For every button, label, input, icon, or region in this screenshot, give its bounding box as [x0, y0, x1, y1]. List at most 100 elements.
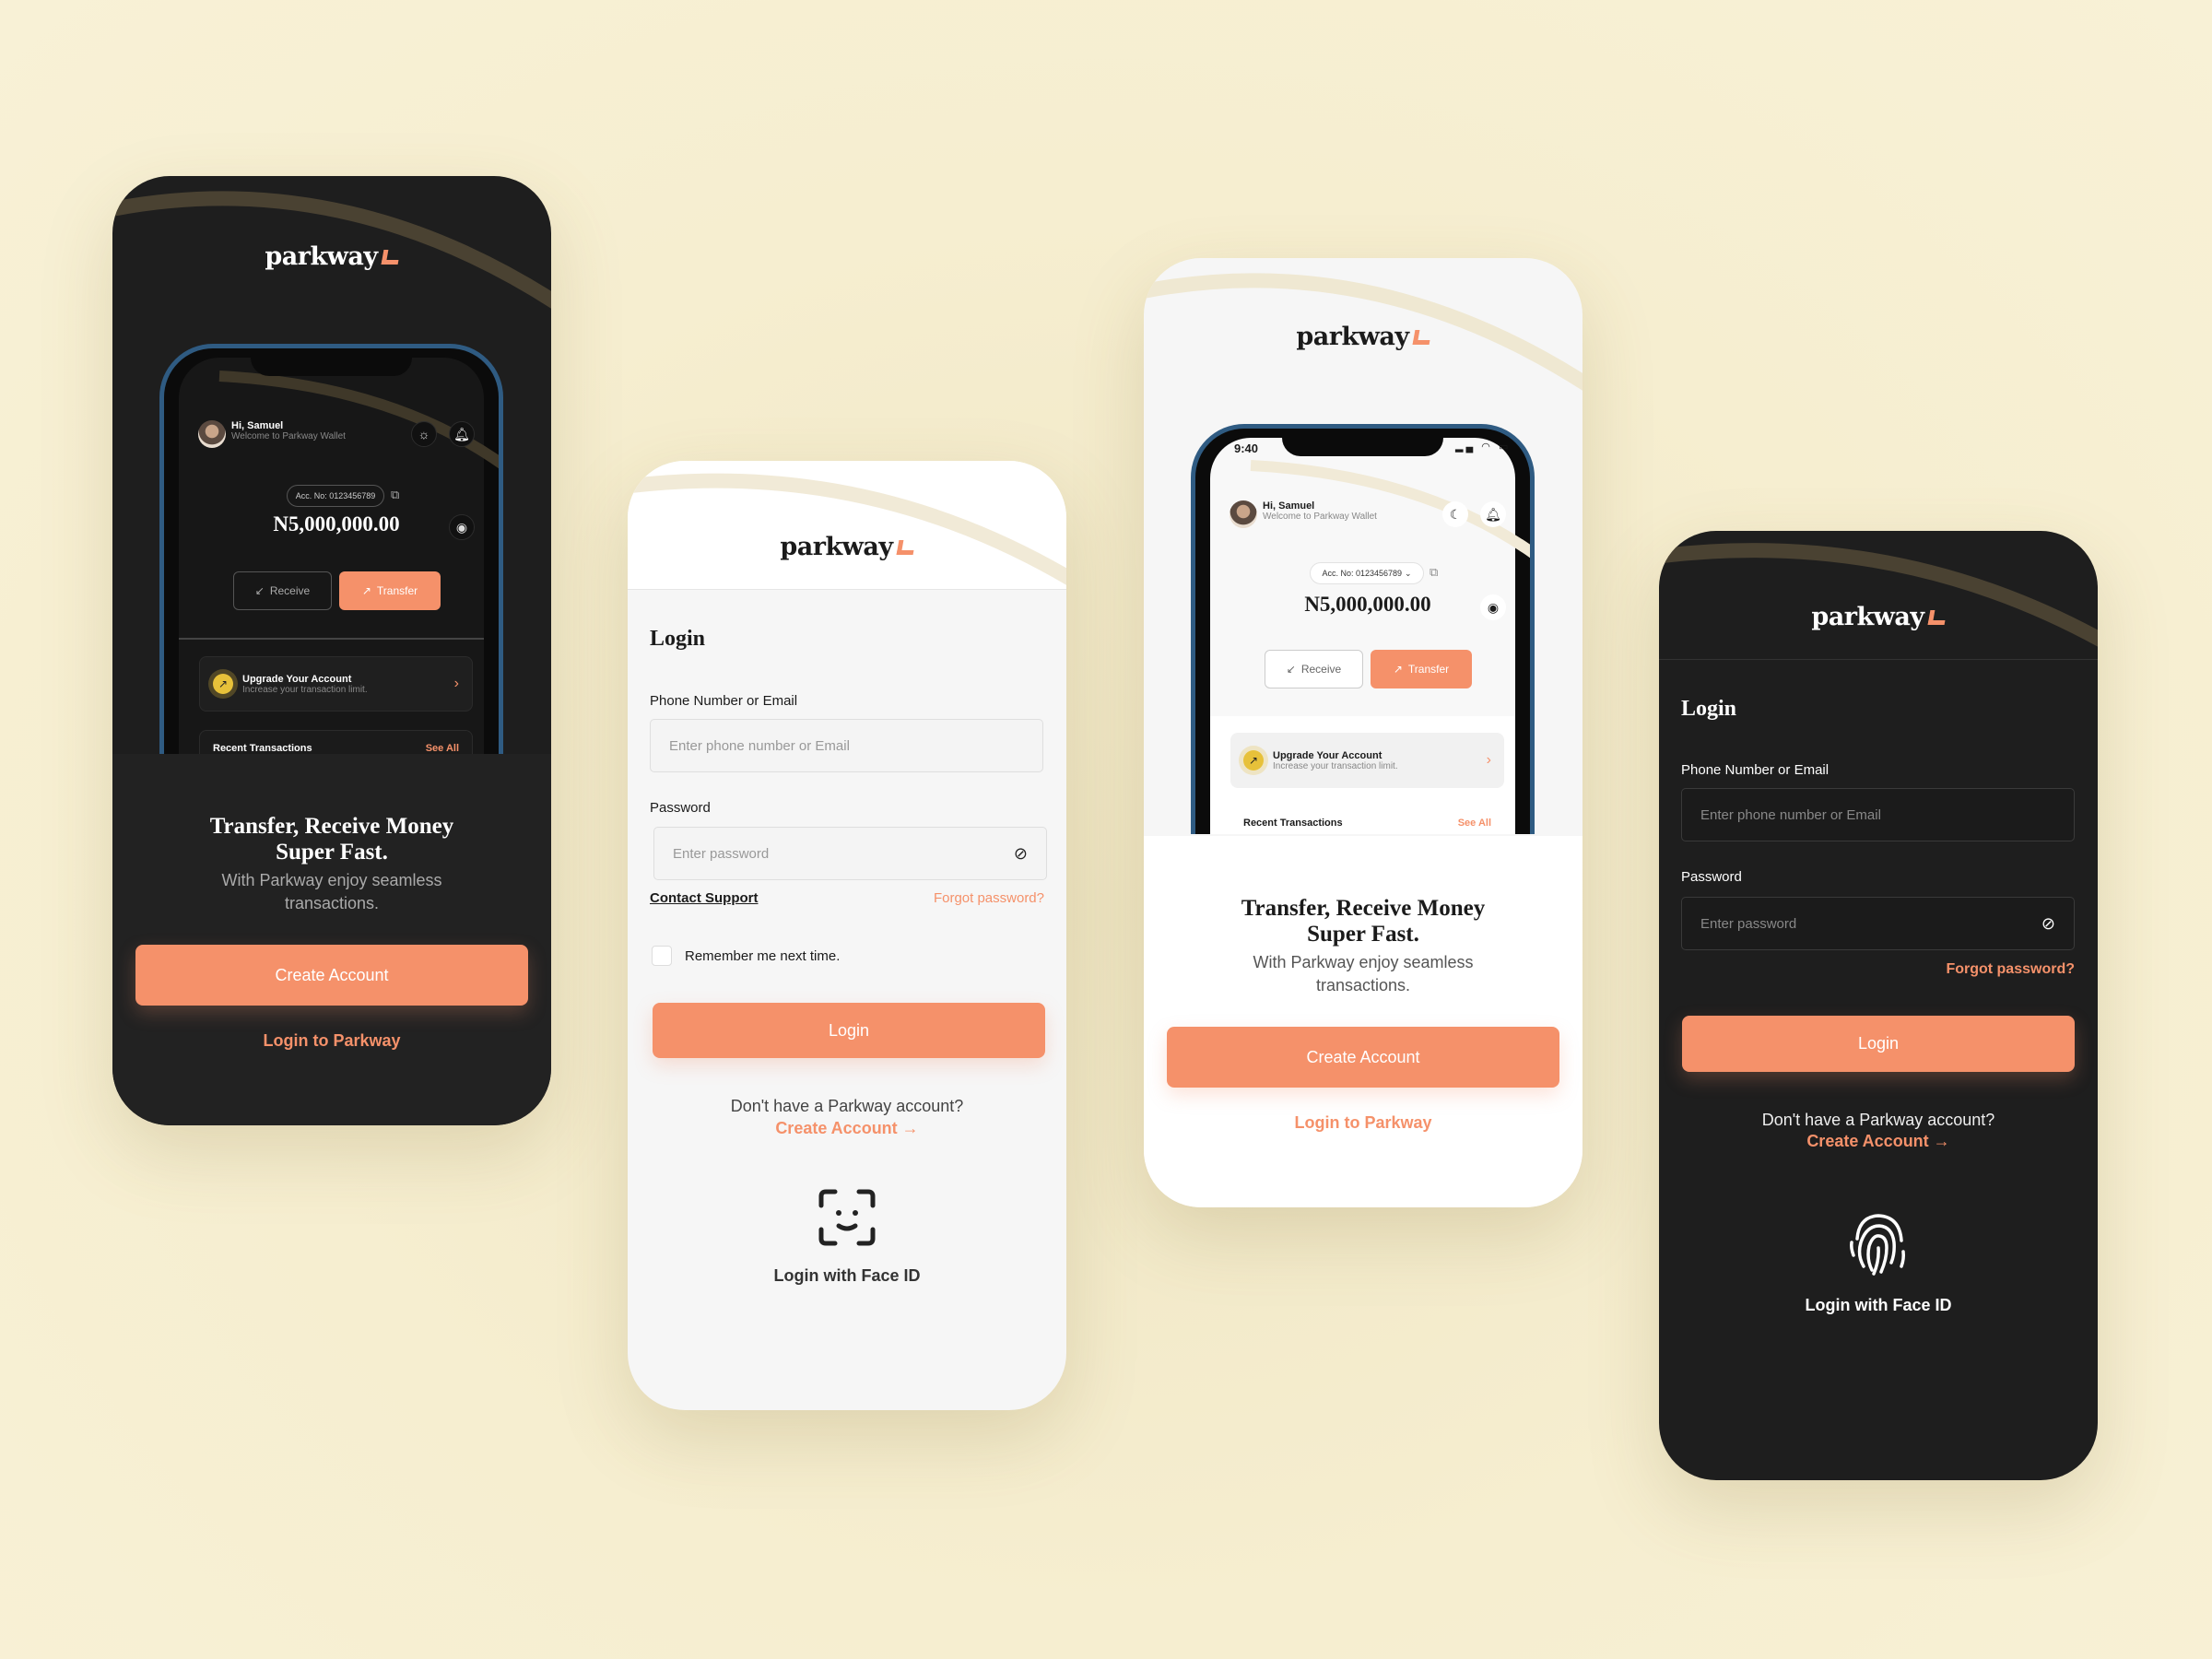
password-input[interactable]: Enter password ⊘	[653, 827, 1047, 880]
face-id-label[interactable]: Login with Face ID	[628, 1266, 1066, 1286]
password-placeholder: Enter password	[1700, 915, 1797, 932]
upgrade-arrow-icon: ↗	[213, 674, 233, 694]
forgot-password-link[interactable]: Forgot password?	[934, 890, 1044, 906]
no-account-text: Don't have a Parkway account?	[1761, 1111, 1995, 1129]
create-account-button[interactable]: Create Account	[135, 945, 528, 1006]
eye-icon[interactable]: ◉	[1480, 594, 1506, 620]
login-button[interactable]: Login	[653, 1003, 1045, 1058]
headline: Transfer, Receive Money Super Fast.	[112, 814, 551, 865]
sun-icon[interactable]: ☼	[411, 421, 437, 447]
copy-icon[interactable]: ⧉	[1430, 565, 1438, 580]
phone-placeholder: Enter phone number or Email	[1700, 806, 1881, 823]
phone-email-input[interactable]: Enter phone number or Email	[1681, 788, 2075, 841]
remember-label: Remember me next time.	[685, 947, 841, 964]
account-number-pill[interactable]: Acc. No: 0123456789	[287, 485, 384, 507]
bell-icon[interactable]: 🔔︎	[449, 421, 475, 447]
parkway-logo: parkway	[1144, 323, 1583, 351]
welcome-text: Welcome to Parkway Wallet	[1263, 512, 1377, 522]
password-input[interactable]: Enter password ⊘	[1681, 897, 2075, 950]
create-account-button[interactable]: Create Account	[1167, 1027, 1559, 1088]
phone-notch	[1281, 429, 1443, 456]
phone-label: Phone Number or Email	[650, 693, 798, 709]
eye-off-icon[interactable]: ⊘	[2041, 914, 2055, 934]
greeting: Hi, Samuel	[231, 420, 284, 431]
chevron-down-icon: ⌄	[1405, 568, 1412, 578]
subtitle-line: transactions.	[1315, 976, 1411, 994]
account-number-pill[interactable]: Acc. No: 0123456789 ⌄	[1310, 562, 1424, 584]
bottom-panel	[112, 754, 551, 1125]
upgrade-account-card[interactable]: ↗ Upgrade Your Account Increase your trans…	[199, 656, 473, 712]
subtitle: With Parkway enjoy seamless transactions.	[112, 869, 551, 915]
headline-line: Super Fast.	[1307, 922, 1419, 947]
headline-line: Super Fast.	[276, 840, 388, 865]
no-account-text: Don't have a Parkway account?	[730, 1097, 964, 1115]
eye-icon[interactable]: ◉	[449, 514, 475, 540]
forgot-password-link[interactable]: Forgot password?	[1946, 961, 2075, 978]
phone-email-input[interactable]: Enter phone number or Email	[650, 719, 1043, 772]
transfer-icon: ↗	[361, 584, 371, 597]
headline-line: Transfer, Receive Money	[1241, 896, 1486, 921]
onboarding-screen-light: parkway 9:40 ▂▄ ◠ ▭ Hi, Samuel Welcome to…	[1144, 258, 1583, 1207]
avatar[interactable]	[1230, 500, 1257, 528]
receive-button[interactable]: ↙ Receive	[233, 571, 332, 610]
moon-icon[interactable]: ☾	[1442, 501, 1468, 527]
remember-checkbox[interactable]	[652, 946, 672, 966]
phone-mockup: Hi, Samuel Welcome to Parkway Wallet ☼ 🔔︎…	[159, 344, 503, 754]
transfer-button[interactable]: ↗ Transfer	[339, 571, 441, 610]
create-account-link[interactable]: Create Account →	[1659, 1132, 2098, 1151]
login-button[interactable]: Login	[1682, 1016, 2075, 1072]
login-screen-light: parkway Login Phone Number or Email Ente…	[628, 461, 1066, 1410]
upgrade-title: Upgrade Your Account	[1273, 749, 1382, 761]
receive-label: Receive	[269, 584, 311, 597]
transfer-icon: ↗	[1393, 663, 1403, 676]
balance: N5,000,000.00	[1304, 593, 1431, 616]
face-id-label[interactable]: Login with Face ID	[1659, 1296, 2098, 1315]
copy-icon[interactable]: ⧉	[391, 488, 399, 502]
divider	[179, 638, 484, 640]
logo-mark-icon	[1927, 610, 1947, 625]
avatar[interactable]	[198, 420, 226, 448]
see-all-link[interactable]: See All	[426, 743, 459, 754]
logo-text: parkway	[1811, 603, 1924, 631]
receive-icon: ↙	[1286, 663, 1296, 676]
upgrade-arrow-icon: ↗	[1243, 750, 1264, 771]
chevron-right-icon: ›	[1486, 752, 1491, 768]
recent-title: Recent Transactions	[1243, 818, 1343, 829]
onboarding-screen-dark: parkway Hi, Samuel Welcome to Parkway Wal…	[112, 176, 551, 1125]
eye-off-icon[interactable]: ⊘	[1014, 844, 1028, 864]
subtitle-line: transactions.	[284, 894, 380, 912]
account-number: Acc. No: 0123456789	[295, 491, 376, 500]
recent-transactions-header: Recent Transactions See All	[1230, 805, 1504, 834]
recent-title: Recent Transactions	[213, 743, 312, 754]
phone-notch	[250, 348, 412, 376]
fingerprint-icon[interactable]	[1848, 1211, 1909, 1277]
receive-label: Receive	[1300, 663, 1342, 676]
phone-mockup: 9:40 ▂▄ ◠ ▭ Hi, Samuel Welcome to Parkway…	[1191, 424, 1535, 834]
login-to-parkway-link[interactable]: Login to Parkway	[112, 1031, 551, 1051]
logo-text: parkway	[265, 242, 378, 271]
subtitle: With Parkway enjoy seamless transactions.	[1144, 951, 1583, 997]
transfer-label: Transfer	[376, 584, 418, 597]
contact-support-link[interactable]: Contact Support	[650, 890, 759, 906]
recent-transactions-header: Recent Transactions See All	[199, 730, 473, 754]
receive-button[interactable]: ↙ Receive	[1265, 650, 1363, 688]
headline: Transfer, Receive Money Super Fast.	[1144, 896, 1583, 947]
login-to-parkway-link[interactable]: Login to Parkway	[1144, 1113, 1583, 1133]
password-label: Password	[1681, 869, 1742, 885]
subtitle-line: With Parkway enjoy seamless	[221, 871, 442, 889]
logo-text: parkway	[780, 533, 893, 561]
transfer-button[interactable]: ↗ Transfer	[1371, 650, 1472, 688]
see-all-link[interactable]: See All	[1458, 818, 1491, 829]
create-account-link[interactable]: Create Account →	[628, 1119, 1066, 1138]
parkway-logo: parkway	[628, 533, 1066, 561]
logo-text: parkway	[1296, 323, 1409, 351]
welcome-text: Welcome to Parkway Wallet	[231, 431, 346, 441]
balance: N5,000,000.00	[273, 512, 400, 535]
remember-me[interactable]: Remember me next time.	[652, 946, 840, 966]
headline-line: Transfer, Receive Money	[209, 814, 454, 839]
upgrade-account-card[interactable]: ↗ Upgrade Your Account Increase your trans…	[1230, 733, 1504, 788]
logo-mark-icon	[1412, 330, 1432, 345]
logo-mark-icon	[381, 250, 401, 265]
bell-icon[interactable]: 🔔︎	[1480, 501, 1506, 527]
face-id-icon[interactable]	[818, 1189, 876, 1246]
